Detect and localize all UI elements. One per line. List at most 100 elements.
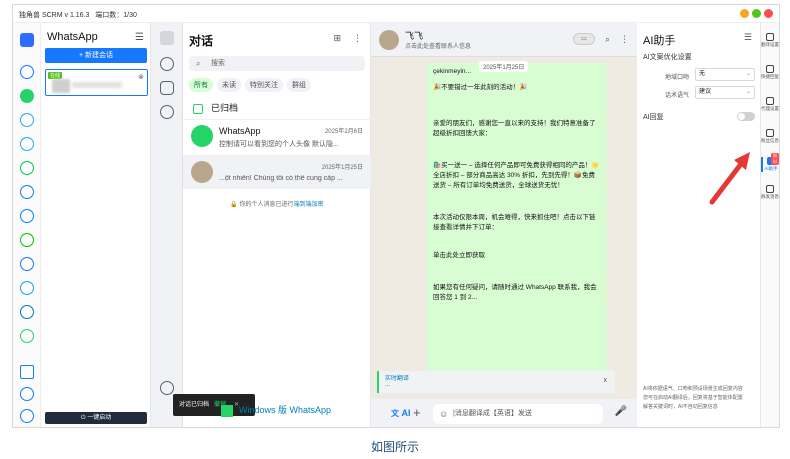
attach-icon[interactable]: +: [413, 405, 421, 420]
search-icon: ⌕: [196, 59, 201, 68]
search-icon[interactable]: ⌕: [605, 34, 610, 45]
message-bubble: çekinmeyin... 🎉不要错过一年此刻的活动！🎉 亲爱的朋友们，感谢您一…: [427, 63, 607, 375]
settings-icon[interactable]: [160, 381, 174, 395]
search-input[interactable]: ⌕ 搜索: [189, 56, 365, 71]
message-input[interactable]: ☺ |消息翻译成【英语】发送: [433, 404, 603, 424]
communities-icon[interactable]: [160, 105, 174, 119]
chat-pane: 飞飞 点击此处查看联系人信息 ▭ ⌕ ⋮ çekinmeyin... 🎉不要错过…: [371, 23, 637, 427]
message-line: 本次活动仅限本周，机会难得，快来抓住吧！点击以下链接查看详情并下订单：: [433, 214, 596, 231]
red-arrow-annotation: [709, 152, 750, 205]
close-button[interactable]: [764, 9, 773, 18]
line-icon[interactable]: [20, 161, 34, 175]
status-icon[interactable]: [160, 57, 174, 71]
filter-all[interactable]: 所有: [189, 78, 213, 92]
messenger-icon[interactable]: [20, 209, 34, 223]
fan-info-icon: [766, 129, 774, 137]
filter-unread[interactable]: 未读: [217, 78, 241, 92]
chevron-down-icon: ⌄: [745, 89, 751, 95]
mic-icon[interactable]: 🎤: [615, 406, 627, 417]
tool-translate-settings[interactable]: 翻译设置: [761, 33, 779, 48]
message-line: 🎉不要错过一年此刻的活动！🎉: [433, 84, 528, 91]
chat-name: WhatsApp: [219, 126, 261, 136]
video-call-icon[interactable]: ▭: [572, 33, 595, 45]
ai-panel-title: AI助手: [643, 35, 676, 47]
ai-section-title: AI文案优化设置: [643, 54, 692, 61]
compose-bar: 文 AI + ☺ |消息翻译成【英语】发送 🎤: [371, 399, 637, 427]
encryption-link[interactable]: 端到端加密: [294, 202, 324, 208]
ai-reply-label: AI回复: [643, 114, 664, 121]
channels-icon[interactable]: [160, 81, 174, 95]
windows-whatsapp-promo[interactable]: Windows 版 WhatsApp: [221, 403, 331, 417]
menu-icon[interactable]: ☰: [744, 32, 752, 43]
ai-reply-toggle[interactable]: [737, 112, 755, 121]
chat-list-actions: ⊞ ⋮: [333, 33, 362, 44]
windows-icon: [221, 404, 233, 417]
tool-mass-message[interactable]: 群发消息: [761, 185, 779, 200]
chat-header[interactable]: 飞飞 点击此处查看联系人信息 ▭ ⌕ ⋮: [371, 23, 637, 57]
filter-chips: 所有 未读 特别关注 群组: [189, 78, 311, 92]
chats-icon[interactable]: [160, 31, 174, 45]
archive-icon: [193, 103, 203, 114]
chat-row-whatsapp[interactable]: WhatsApp 2025年2月6日 控制请可以看到您的个人头像 默认隐...: [183, 119, 371, 153]
one-click-start-button[interactable]: ⏻ 一键启动: [45, 412, 147, 424]
session-name-redacted: [72, 82, 122, 88]
avatar: [191, 161, 213, 183]
tool-proxy-settings[interactable]: 代理设置: [761, 97, 779, 112]
tools-rail: 翻译设置 快捷回复 代理设置 粉丝信息 限时 AI助手 群发消息: [761, 23, 779, 427]
tool-quick-reply[interactable]: 快捷回复: [761, 65, 779, 80]
translation-label: 实时翻译: [385, 376, 410, 382]
session-card[interactable]: 在线 ⊗: [45, 69, 148, 96]
mass-message-icon: [766, 185, 774, 193]
sessions-panel: WhatsApp ☰ + 新建会话 在线 ⊗ ⏻ 一键启动: [41, 23, 151, 427]
more-icon[interactable]: ⋮: [620, 34, 629, 45]
telegram-alt-icon[interactable]: [20, 137, 34, 151]
ai-translate-button[interactable]: 文 AI: [391, 408, 411, 419]
filter-favorites[interactable]: 特别关注: [245, 78, 283, 92]
message-link[interactable]: 单击此处立即获取: [433, 251, 601, 261]
region-select[interactable]: 无 ⌄: [695, 68, 755, 81]
window-controls: [740, 9, 773, 18]
new-session-button[interactable]: + 新建会话: [45, 48, 147, 63]
message-line: 如果您有任何疑问，请随时通过 WhatsApp 联系我，我会回答您 1 到 2.…: [433, 284, 597, 301]
gear-icon[interactable]: [20, 387, 34, 401]
proxy-icon: [766, 97, 774, 105]
chat-list-title: 对话: [189, 34, 214, 48]
ai-note: AI将依据语气、口吻和预设场景生成回复内容: [643, 386, 743, 392]
quick-reply-icon: [766, 65, 774, 73]
logout-icon[interactable]: [20, 409, 34, 423]
app-title: 独角兽 SCRM v 1.16.3 端口数：1/30: [19, 12, 137, 19]
sessions-title: WhatsApp: [47, 31, 98, 43]
grid-icon[interactable]: [20, 365, 34, 379]
chat-date: 2025年1月25日: [321, 165, 363, 171]
new-chat-icon[interactable]: ⊞: [333, 33, 341, 44]
tone-select[interactable]: 建议 ⌄: [695, 86, 755, 99]
whatsapp-business-icon[interactable]: [20, 329, 34, 343]
chat-row-selected[interactable]: 2025年1月25日 ...ột nhiên! Chúng tôi có thể…: [183, 155, 371, 189]
emoji-icon[interactable]: ☺: [439, 404, 448, 424]
close-icon[interactable]: ⊗: [138, 73, 144, 81]
linkedin-icon[interactable]: [20, 305, 34, 319]
minimize-button[interactable]: [740, 9, 749, 18]
home-icon[interactable]: [20, 65, 34, 79]
twitter-icon[interactable]: [20, 281, 34, 295]
facebook-icon[interactable]: [20, 185, 34, 199]
meta-icon[interactable]: [20, 257, 34, 271]
menu-icon[interactable]: ☰: [135, 32, 144, 43]
contact-subtitle: 点击此处查看联系人信息: [405, 44, 472, 50]
live-translation-box: 实时翻译 ... x: [377, 371, 615, 393]
filter-groups[interactable]: 群组: [287, 78, 311, 92]
maximize-button[interactable]: [752, 9, 761, 18]
platform-rail: [13, 23, 41, 427]
whatsapp-rail: [151, 23, 183, 427]
close-icon[interactable]: x: [604, 377, 608, 384]
telegram-icon[interactable]: [20, 113, 34, 127]
tool-fan-info[interactable]: 粉丝信息: [761, 129, 779, 144]
ai-note: 解答关键词时，AI不自动回复信息: [643, 404, 718, 410]
wechat-icon[interactable]: [20, 233, 34, 247]
avatar: [379, 30, 399, 50]
tool-ai-assistant[interactable]: 限时 AI助手: [761, 153, 779, 172]
archived-row[interactable]: 已归档: [193, 101, 238, 114]
figure-caption: 如图所示: [370, 440, 419, 454]
whatsapp-icon[interactable]: [20, 89, 34, 103]
more-icon[interactable]: ⋮: [353, 33, 362, 44]
